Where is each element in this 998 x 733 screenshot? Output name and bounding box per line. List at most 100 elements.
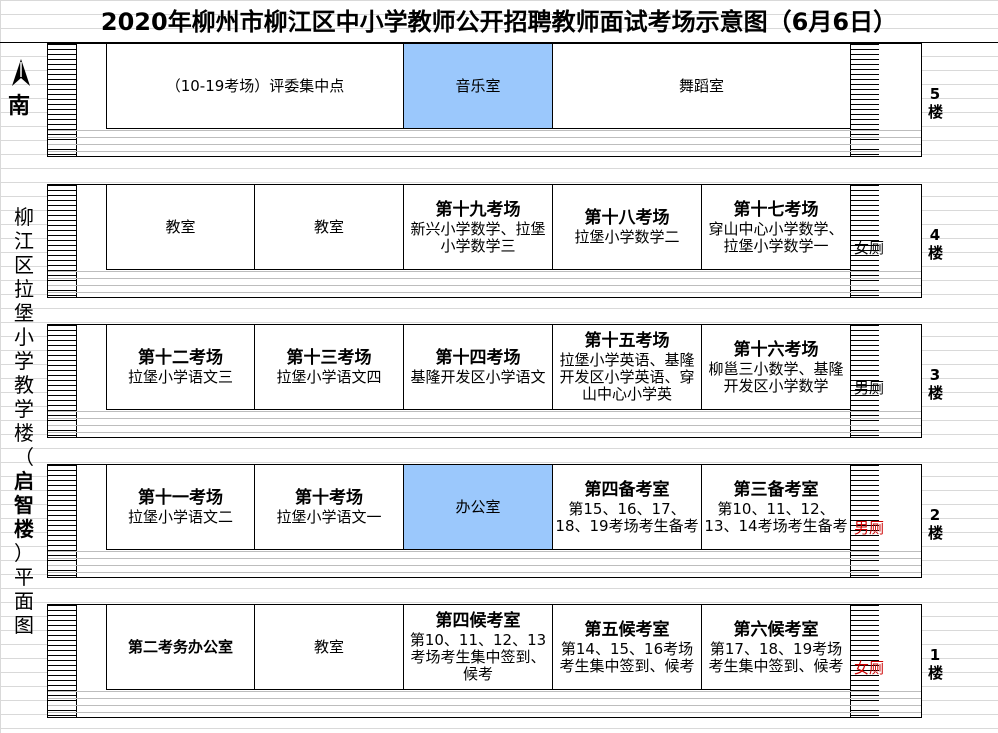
room-desc: 拉堡小学数学二 [574, 228, 680, 246]
room-desc: 基隆开发区小学语文 [410, 368, 546, 386]
room-desc: 舞蹈室 [678, 76, 724, 95]
room-desc: 拉堡小学语文一 [276, 508, 382, 526]
room-row: （10-19考场）评委集中点 音乐室 舞蹈室 [106, 44, 851, 129]
exam-room: 第六候考室 第17、18、19考场考生集中签到、候考 [702, 605, 851, 690]
room-desc: （10-19考场）评委集中点 [165, 76, 345, 95]
floor-label-part: 楼 [928, 244, 944, 262]
room-row: 第十一考场 拉堡小学语文二 第十考场 拉堡小学语文一 办公室 第四备考室 第15、16、17… [106, 465, 851, 550]
exam-room: 第十三考场 拉堡小学语文四 [255, 325, 404, 410]
room-name: 第三备考室 [733, 479, 819, 500]
floor-2: 第十一考场 拉堡小学语文二 第十考场 拉堡小学语文一 办公室 第四备考室 第15、16、17… [47, 464, 922, 578]
room-name: 第十一考场 [138, 488, 223, 508]
building-title-char: 小 [14, 325, 34, 349]
room: 音乐室 [404, 44, 553, 129]
building-title-char: 智 [14, 493, 34, 517]
room: （10-19考场）评委集中点 [106, 44, 404, 129]
exam-room: 第十四考场 基隆开发区小学语文 [404, 325, 553, 410]
room-desc: 第10、11、12、13考场考生集中签到、候考 [409, 631, 547, 683]
restroom-label: 男厕 [854, 519, 885, 537]
building-title-char: （ [14, 445, 34, 469]
corridor [48, 691, 921, 717]
floor-label: 4楼 [928, 226, 944, 262]
floor-label-part: 楼 [928, 664, 944, 682]
floor-label-part: 1 [929, 646, 941, 664]
room: 第二考务办公室 [106, 605, 255, 690]
room-row: 第二考务办公室 教室 第四候考室 第10、11、12、13考场考生集中签到、候考 第五候… [106, 605, 851, 690]
restroom-label: 女厕 [854, 659, 885, 677]
building-title-char: 学 [14, 349, 34, 373]
floor-label-part: 5 [929, 85, 941, 103]
floor-label-part: 2 [929, 506, 941, 524]
room-name: 第四备考室 [584, 479, 670, 500]
floor-label: 1楼 [928, 646, 944, 682]
exam-room: 第四候考室 第10、11、12、13考场考生集中签到、候考 [404, 605, 553, 690]
building-title-char: 教 [14, 373, 34, 397]
room-desc: 第15、16、17、18、19考场考生备考 [555, 499, 699, 535]
building-title-char: 启 [14, 469, 34, 493]
exam-room: 第十五考场 拉堡小学英语、基隆开发区小学英语、穿山中心小学英 [553, 325, 702, 410]
room-desc: 拉堡小学语文四 [276, 368, 382, 386]
room-desc: 柳邕三小数学、基隆开发区小学数学 [708, 359, 844, 395]
room-name: 第四候考室 [435, 611, 521, 631]
room-name: 第十四考场 [435, 348, 521, 368]
room-desc: 教室 [313, 637, 344, 656]
exam-room: 第四备考室 第15、16、17、18、19考场考生备考 [553, 465, 702, 550]
page-title: 2020年柳州市柳江区中小学教师公开招聘教师面试考场示意图（6月6日） [100, 8, 898, 36]
floor-1: 第二考务办公室 教室 第四候考室 第10、11、12、13考场考生集中签到、候考 第五候… [47, 604, 922, 718]
corridor [48, 271, 921, 297]
floor-label-part: 4 [929, 226, 941, 244]
room: 办公室 [404, 465, 553, 550]
restroom-label: 男厕 [854, 379, 885, 397]
floor-label-part: 楼 [928, 384, 944, 402]
room-name: 第十八考场 [584, 208, 670, 228]
building-title-char: 平 [14, 565, 34, 589]
exam-room: 第三备考室 第10、11、12、13、14考场考生备考 [702, 465, 851, 550]
corridor [48, 130, 921, 156]
building-title-char: 面 [14, 589, 34, 613]
floor-label-part: 3 [929, 366, 941, 384]
room: 教室 [106, 185, 255, 270]
floor-3: 第十二考场 拉堡小学语文三 第十三考场 拉堡小学语文四 第十四考场 基隆开发区小学语文 第十… [47, 324, 922, 438]
corridor [48, 411, 921, 437]
room-name: 第六候考室 [733, 619, 819, 640]
building-title-char: 柳 [14, 205, 34, 229]
room-name: 第十五考场 [584, 331, 670, 351]
room-name: 第十考场 [295, 488, 363, 508]
room-desc: 教室 [165, 217, 196, 236]
floor-label: 3楼 [928, 366, 944, 402]
building-title-char: 堡 [14, 301, 34, 325]
restroom-label: 女厕 [854, 239, 885, 257]
room-desc: 音乐室 [455, 76, 501, 95]
room-desc: 第二考务办公室 [127, 637, 233, 656]
room-name: 第十九考场 [435, 199, 521, 220]
exam-room: 第十八考场 拉堡小学数学二 [553, 185, 702, 270]
exam-room: 第十考场 拉堡小学语文一 [255, 465, 404, 550]
floor-label-part: 楼 [928, 524, 944, 542]
exam-room: 第十七考场 穿山中心小学数学、拉堡小学数学一 [702, 185, 851, 270]
room-desc: 教室 [313, 217, 344, 236]
room-row: 第十二考场 拉堡小学语文三 第十三考场 拉堡小学语文四 第十四考场 基隆开发区小学语文 第十… [106, 325, 851, 410]
exam-room: 第十六考场 柳邕三小数学、基隆开发区小学数学 [702, 325, 851, 410]
exam-room: 第十一考场 拉堡小学语文二 [106, 465, 255, 550]
room-desc: 新兴小学数学、拉堡小学数学三 [410, 219, 546, 255]
room-desc: 第14、15、16考场考生集中签到、候考 [559, 639, 695, 675]
compass-label: 南 [8, 94, 31, 119]
building-title-char: 楼 [14, 421, 34, 445]
room-name: 第十六考场 [733, 339, 819, 360]
room-desc: 第17、18、19考场考生集中签到、候考 [708, 639, 844, 675]
floor-4: 教室 教室 第十九考场 新兴小学数学、拉堡小学数学三 第十八考场 拉堡小学数学二 第十七考场… [47, 184, 922, 298]
building-title-char: 图 [14, 613, 34, 637]
building-title: 柳江区拉堡小学教学楼（启智楼）平面图 [12, 206, 36, 638]
room: 教室 [255, 185, 404, 270]
exam-room: 第五候考室 第14、15、16考场考生集中签到、候考 [553, 605, 702, 690]
floor-label-part: 楼 [928, 103, 944, 121]
floor-label: 5楼 [928, 85, 944, 121]
building-title-char: 区 [14, 253, 34, 277]
exam-room: 第十九考场 新兴小学数学、拉堡小学数学三 [404, 185, 553, 270]
building-title-char: 拉 [14, 277, 34, 301]
building-title-char: 楼 [14, 517, 34, 541]
room-name: 第五候考室 [584, 619, 670, 640]
room-desc: 办公室 [455, 497, 501, 516]
room-desc: 拉堡小学英语、基隆开发区小学英语、穿山中心小学英 [559, 351, 695, 403]
exam-room: 第十二考场 拉堡小学语文三 [106, 325, 255, 410]
